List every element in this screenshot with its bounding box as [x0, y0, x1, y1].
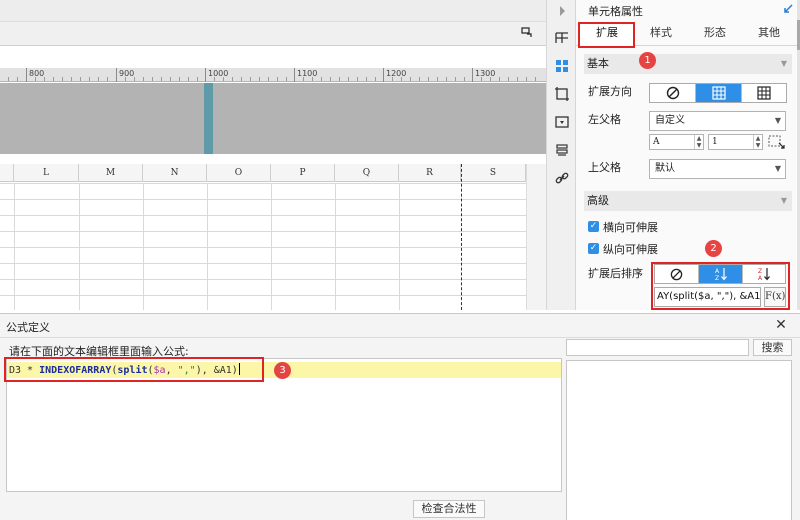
sort-formula-field[interactable]: AY(split($a, ","), &A1) — [654, 287, 761, 307]
annotation-badge: 1 — [639, 52, 656, 69]
ruler-label: 1000 — [208, 69, 229, 78]
report-designer: 800 900 1000 1100 1200 1300 L M N O P Q … — [0, 0, 546, 310]
page-boundary-marker[interactable] — [204, 83, 213, 154]
column-header[interactable]: M — [79, 164, 143, 182]
collapse-arrow-icon[interactable] — [782, 3, 794, 15]
svg-text:Z: Z — [758, 268, 762, 275]
column-header[interactable]: O — [207, 164, 271, 182]
upper-parent-label: 上父格 — [588, 161, 621, 174]
column-header[interactable]: Q — [335, 164, 399, 182]
vertical-expandable-checkbox[interactable]: ✓ — [588, 243, 599, 254]
left-parent-select[interactable]: 自定义 ▼ — [649, 111, 786, 131]
formula-definition-dialog: 公式定义 ✕ 请在下面的文本编辑框里面输入公式: D3 * INDEXOFARR… — [0, 313, 800, 520]
advanced-section-title: 高级 — [587, 194, 609, 207]
column-header[interactable]: R — [399, 164, 461, 182]
page-break-line — [461, 164, 462, 310]
left-parent-row-input[interactable]: 1 ▲ ▼ — [708, 134, 763, 150]
svg-text:A: A — [715, 268, 720, 275]
chevron-down-icon: ▼ — [774, 164, 781, 173]
function-list[interactable] — [566, 360, 792, 520]
sort-after-expand-label: 扩展后排序 — [588, 267, 643, 280]
formula-editor-button[interactable]: F(x) — [764, 287, 786, 307]
link-icon[interactable] — [554, 170, 570, 186]
svg-text:Z: Z — [715, 275, 719, 281]
cell-grid[interactable] — [0, 183, 546, 310]
page-preview-area — [0, 83, 546, 154]
ruler-label: 800 — [29, 69, 45, 78]
tab-expand[interactable]: 扩展 — [580, 20, 634, 46]
ruler-label: 900 — [119, 69, 135, 78]
column-header[interactable]: P — [271, 164, 335, 182]
column-header[interactable]: S — [461, 164, 526, 182]
function-search-input[interactable] — [566, 339, 749, 356]
spinner-arrows-icon[interactable]: ▲ ▼ — [753, 135, 762, 149]
vertical-expandable-label: 纵向可伸展 — [603, 243, 658, 256]
left-parent-row-value: 1 — [712, 137, 718, 147]
tab-form[interactable]: 形态 — [688, 20, 742, 46]
layout-icon[interactable] — [554, 30, 570, 46]
expand-vertical-button[interactable] — [696, 84, 742, 102]
svg-text:A: A — [758, 275, 763, 281]
sort-formula-value: AY(split($a, ","), &A1) — [657, 291, 761, 302]
fx-label: F(x) — [765, 291, 786, 302]
section-collapse-icon: ▼ — [780, 196, 787, 205]
widget-icon[interactable] — [554, 114, 570, 130]
property-tabs: 扩展 样式 形态 其他 — [576, 20, 800, 46]
ruler-label: 1300 — [475, 69, 496, 78]
formula-text[interactable]: D3 * INDEXOFARRAY(split($a, ","), &A1) — [9, 363, 240, 378]
tab-style[interactable]: 样式 — [634, 20, 688, 46]
horizontal-expandable-label: 横向可伸展 — [603, 221, 658, 234]
tab-control-bar — [0, 22, 546, 46]
ruler-label: 1200 — [386, 69, 407, 78]
left-parent-label: 左父格 — [588, 113, 621, 126]
close-icon[interactable]: ✕ — [774, 318, 788, 332]
basic-section-header[interactable]: 基本 ▼ — [584, 54, 792, 74]
spinner-arrows-icon[interactable]: ▲ ▼ — [694, 135, 703, 149]
expand-direction-selector — [649, 83, 787, 103]
column-header[interactable]: L — [14, 164, 79, 182]
left-parent-column-input[interactable]: A ▲ ▼ — [649, 134, 704, 150]
annotation-badge: 2 — [705, 240, 722, 257]
sort-descending-button[interactable]: ZA — [743, 265, 785, 283]
expand-direction-label: 扩展方向 — [588, 85, 632, 98]
dialog-instruction: 请在下面的文本编辑框里面输入公式: — [9, 345, 189, 358]
text-cursor — [238, 363, 240, 375]
cell-picker-icon[interactable] — [768, 134, 786, 150]
tab-other[interactable]: 其他 — [742, 20, 796, 46]
crop-icon[interactable] — [554, 86, 570, 102]
column-header[interactable]: N — [143, 164, 207, 182]
sort-mode-selector: AZ ZA — [654, 264, 786, 284]
search-button[interactable]: 搜索 — [753, 339, 792, 356]
cell-properties-icon[interactable] — [554, 58, 570, 74]
horizontal-expandable-checkbox[interactable]: ✓ — [588, 221, 599, 232]
expand-none-button[interactable] — [650, 84, 696, 102]
report-tab-strip — [0, 0, 546, 22]
dialog-title: 公式定义 — [6, 321, 50, 334]
advanced-section-header[interactable]: 高级 ▼ — [584, 191, 792, 211]
sort-ascending-button[interactable]: AZ — [699, 265, 743, 283]
property-icon-bar — [546, 0, 576, 310]
sort-none-button[interactable] — [655, 265, 699, 283]
section-collapse-icon: ▼ — [780, 59, 787, 68]
column-header-row: L M N O P Q R S — [0, 164, 546, 182]
left-parent-column-value: A — [653, 137, 660, 147]
basic-section-title: 基本 — [587, 57, 609, 70]
upper-parent-value: 默认 — [655, 163, 675, 174]
stack-icon[interactable] — [554, 142, 570, 158]
annotation-badge: 3 — [274, 362, 291, 379]
panel-expand-icon[interactable] — [554, 3, 570, 19]
left-parent-value: 自定义 — [655, 115, 685, 126]
chevron-down-icon: ▼ — [774, 116, 781, 125]
horizontal-ruler: 800 900 1000 1100 1200 1300 — [0, 68, 546, 82]
check-validity-button[interactable]: 检查合法性 — [413, 500, 485, 518]
upper-parent-select[interactable]: 默认 ▼ — [649, 159, 786, 179]
vertical-scrollbar[interactable] — [526, 164, 546, 310]
expand-horizontal-button[interactable] — [742, 84, 786, 102]
panel-title: 单元格属性 — [588, 5, 643, 18]
ruler-label: 1100 — [297, 69, 318, 78]
pin-icon[interactable] — [520, 26, 534, 40]
cell-properties-panel: 单元格属性 扩展 样式 形态 其他 基本 ▼ 扩展方向 左父格 自定义 ▼ A … — [576, 0, 800, 310]
